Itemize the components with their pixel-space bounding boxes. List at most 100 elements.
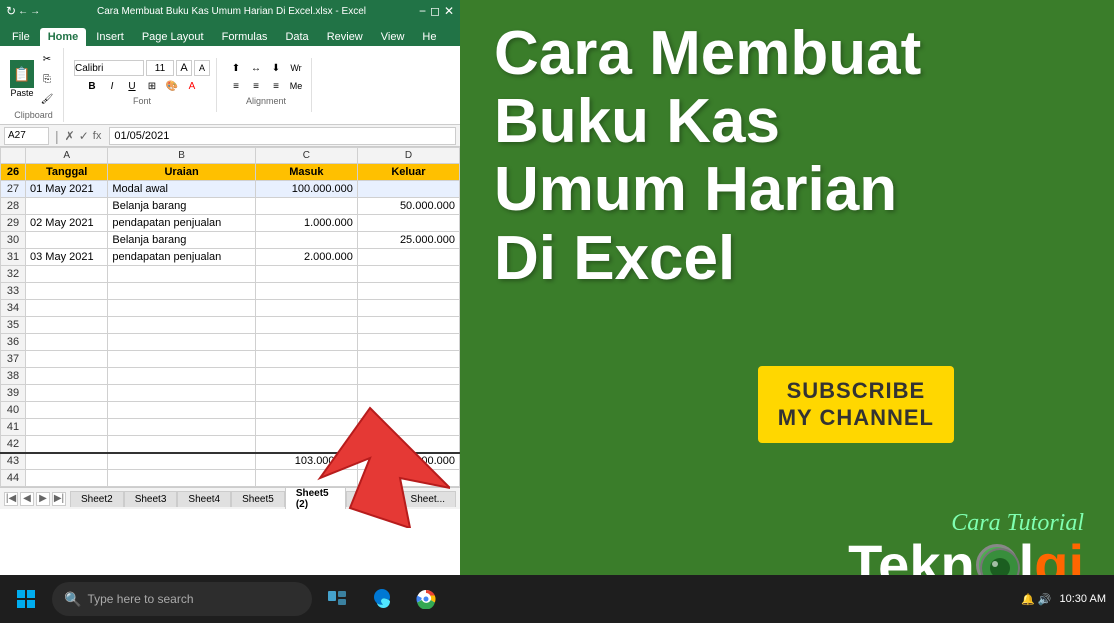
minimize-btn[interactable]: − [419, 4, 426, 18]
cell-b26[interactable]: Uraian [108, 164, 255, 181]
sheet-tab-sheet2[interactable]: Sheet2 [70, 491, 124, 507]
format-painter-button[interactable]: 🖌 [37, 90, 57, 108]
cell-c30[interactable] [255, 232, 357, 249]
cell-d27[interactable] [357, 181, 459, 198]
cell-b28[interactable]: Belanja barang [108, 198, 255, 215]
align-left-button[interactable]: ≡ [227, 78, 245, 94]
tab-file[interactable]: File [4, 28, 38, 46]
table-row: 35 [1, 317, 460, 334]
cell-a27[interactable]: 01 May 2021 [26, 181, 108, 198]
cell-c28[interactable] [255, 198, 357, 215]
confirm-formula-icon[interactable]: ✓ [79, 129, 89, 143]
sheet-nav-prev[interactable]: ◀ [20, 492, 34, 506]
search-bar[interactable]: 🔍 Type here to search [52, 582, 312, 616]
font-grow-button[interactable]: A [176, 60, 192, 76]
tab-page-layout[interactable]: Page Layout [134, 28, 212, 46]
overlay-title: Cara Membuat Buku Kas Umum Harian Di Exc… [494, 20, 1094, 293]
cell-c29[interactable]: 1.000.000 [255, 215, 357, 232]
table-row: 27 01 May 2021 Modal awal 100.000.000 [1, 181, 460, 198]
cell-c31[interactable]: 2.000.000 [255, 249, 357, 266]
task-view-button[interactable] [320, 581, 356, 617]
underline-button[interactable]: U [123, 78, 141, 94]
italic-button[interactable]: I [103, 78, 121, 94]
system-tray: 🔔 🔊 [1021, 593, 1051, 606]
title-line4: Di Excel [494, 225, 1094, 293]
title-line2: Buku Kas [494, 88, 1094, 156]
close-btn[interactable]: ✕ [444, 4, 454, 18]
cell-d30[interactable]: 25.000.000 [357, 232, 459, 249]
taskbar-right: 🔔 🔊 10:30 AM [1021, 593, 1106, 606]
font-shrink-button[interactable]: A [194, 60, 210, 76]
sheet-tab-sheet3[interactable]: Sheet3 [124, 491, 178, 507]
sheet-nav-first[interactable]: |◀ [4, 492, 18, 506]
merge-button[interactable]: Me [287, 78, 305, 94]
col-header-row [1, 148, 26, 164]
row-number: 28 [1, 198, 26, 215]
tab-review[interactable]: Review [319, 28, 371, 46]
col-header-d[interactable]: D [357, 148, 459, 164]
sheet-nav-next[interactable]: ▶ [36, 492, 50, 506]
table-row: 38 [1, 368, 460, 385]
tab-insert[interactable]: Insert [88, 28, 132, 46]
border-button[interactable]: ⊞ [143, 78, 161, 94]
tab-home[interactable]: Home [40, 28, 87, 46]
edge-icon[interactable] [364, 581, 400, 617]
font-size-input[interactable] [146, 60, 174, 76]
ribbon-content: 📋 Paste ✂ ⎘ 🖌 Clipboard A A B I [0, 46, 460, 125]
paste-button[interactable]: 📋 Paste [10, 60, 34, 98]
align-middle-button[interactable]: ↔ [247, 60, 265, 76]
cell-a28[interactable] [26, 198, 108, 215]
cell-b27[interactable]: Modal awal [108, 181, 255, 198]
font-group: A A B I U ⊞ 🎨 A Font [68, 58, 217, 112]
col-header-a[interactable]: A [26, 148, 108, 164]
table-row: 30 Belanja barang 25.000.000 [1, 232, 460, 249]
font-color-button[interactable]: A [183, 78, 201, 94]
cell-b30[interactable]: Belanja barang [108, 232, 255, 249]
sheet-tab-sheet5[interactable]: Sheet5 [231, 491, 285, 507]
align-right-button[interactable]: ≡ [267, 78, 285, 94]
paste-icon: 📋 [10, 60, 34, 88]
cell-d29[interactable] [357, 215, 459, 232]
cancel-formula-icon[interactable]: ✗ [65, 129, 75, 143]
sheet-nav: |◀ ◀ ▶ ▶| [4, 492, 66, 506]
cell-c26[interactable]: Masuk [255, 164, 357, 181]
insert-function-icon[interactable]: fx [93, 130, 102, 142]
cut-button[interactable]: ✂ [37, 50, 57, 68]
col-header-c[interactable]: C [255, 148, 357, 164]
col-header-b[interactable]: B [108, 148, 255, 164]
cell-d28[interactable]: 50.000.000 [357, 198, 459, 215]
cell-a31[interactable]: 03 May 2021 [26, 249, 108, 266]
font-name-input[interactable] [74, 60, 144, 76]
align-top-button[interactable]: ⬆ [227, 60, 245, 76]
cell-a30[interactable] [26, 232, 108, 249]
table-row: 37 [1, 351, 460, 368]
sheet-nav-last[interactable]: ▶| [52, 492, 66, 506]
tab-data[interactable]: Data [277, 28, 316, 46]
align-center-button[interactable]: ≡ [247, 78, 265, 94]
cell-reference-input[interactable] [4, 127, 49, 145]
start-button[interactable] [8, 581, 44, 617]
align-bottom-button[interactable]: ⬇ [267, 60, 285, 76]
ribbon-tabs: File Home Insert Page Layout Formulas Da… [0, 22, 460, 46]
table-row: 33 [1, 283, 460, 300]
subscribe-box[interactable]: SUBSCRIBE MY CHANNEL [758, 366, 954, 443]
tab-formulas[interactable]: Formulas [214, 28, 276, 46]
wrap-text-button[interactable]: Wr [287, 60, 305, 76]
cell-c27[interactable]: 100.000.000 [255, 181, 357, 198]
chrome-icon[interactable] [408, 581, 444, 617]
formula-input[interactable] [109, 127, 456, 145]
cell-b31[interactable]: pendapatan penjualan [108, 249, 255, 266]
tab-view[interactable]: View [373, 28, 413, 46]
sheet-tab-sheet4[interactable]: Sheet4 [177, 491, 231, 507]
tab-help[interactable]: He [414, 28, 444, 46]
cell-a26[interactable]: Tanggal [26, 164, 108, 181]
cell-b29[interactable]: pendapatan penjualan [108, 215, 255, 232]
bold-button[interactable]: B [83, 78, 101, 94]
cell-d26[interactable]: Keluar [357, 164, 459, 181]
search-input-text: Type here to search [87, 592, 193, 606]
cell-d31[interactable] [357, 249, 459, 266]
maximize-btn[interactable]: ◻ [430, 4, 440, 18]
fill-color-button[interactable]: 🎨 [163, 78, 181, 94]
cell-a29[interactable]: 02 May 2021 [26, 215, 108, 232]
copy-button[interactable]: ⎘ [37, 70, 57, 88]
